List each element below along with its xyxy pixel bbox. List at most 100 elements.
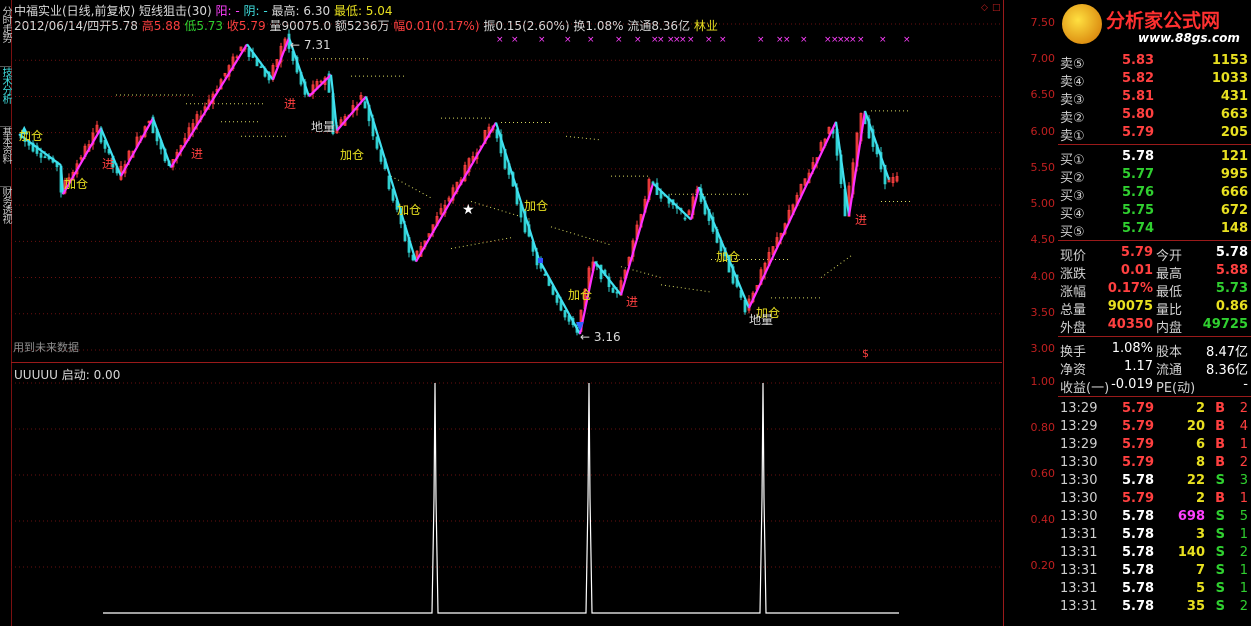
tick-count: 1 [1239,563,1248,578]
tick-time: 13:31 [1060,581,1098,596]
stat-value: 5.73 [1215,281,1248,296]
price-axis-tick: 6.50 [1030,88,1056,102]
buy-volume: 995 [1220,167,1248,182]
signal-x-marker: × [757,35,765,45]
tick-volume: 6 [1195,437,1205,452]
star-icon: ★ [462,202,475,218]
tick-side: S [1215,581,1225,596]
price-axis-tick: 3.50 [1030,305,1056,319]
price-axis-tick: 7.00 [1030,52,1056,66]
price-axis-tick: 5.00 [1030,197,1056,211]
price-axis-tick: 4.50 [1030,233,1056,247]
future-data-note: 用到未来数据 [13,341,79,354]
tick-row: 13:29 5.79 6 B 1 [1058,436,1251,454]
tick-side: S [1215,599,1225,614]
stat-value: 49725 [1202,317,1248,332]
candle-body [683,217,687,220]
trace-dotted-line [390,175,432,199]
price-chart[interactable]: × × × × × × × ×× ××× × × × × × × × × ×××× × × ×★▲ [11,0,1003,362]
annotation-jiacang: 加仓 [716,250,741,264]
annotation-jin: 进 [626,295,639,309]
sell-price: 5.81 [1122,89,1155,104]
zigzag-down-segment [364,96,418,262]
signal-x-marker: × [800,35,808,45]
tick-row: 13:30 5.79 2 B 1 [1058,490,1251,508]
tick-price: 5.78 [1122,509,1155,524]
signal-x-marker: × [679,35,687,45]
buy-row: 买① 5.78 121 [1058,148,1251,168]
tab-technical[interactable]: 技术分析 [0,66,11,123]
tick-price: 5.79 [1122,419,1155,434]
tick-count: 1 [1239,581,1248,596]
buy-volume: 666 [1220,185,1248,200]
tick-count: 2 [1239,599,1248,614]
sell-level-label: 卖① [1060,129,1085,144]
stat-value: 1.08% [1111,341,1153,356]
zigzag-up-segment [619,183,655,296]
stat-row: 现价 5.79 今开 5.78 [1058,244,1251,264]
tick-volume: 22 [1186,473,1205,488]
stat-row: 总量 90075 量比 0.86 [1058,298,1251,318]
zigzag-down-segment [594,260,622,296]
tab-intraday[interactable]: 分时走势 [0,6,11,62]
signal-x-marker: × [564,35,572,45]
sell-price: 5.79 [1122,125,1155,140]
annotation-jin: 进 [284,97,297,111]
max-price-label: ← 7.31 [290,38,331,52]
tick-count: 1 [1239,527,1248,542]
signal-x-marker: × [496,35,504,45]
tick-volume: 35 [1186,599,1205,614]
stat-value: 1.17 [1124,359,1153,374]
quote-panel: 卖⑤ 5.83 1153 卖④ 5.82 1033 卖③ 5.81 431 卖② 5.80 663 卖①… [1058,0,1251,626]
candle-body [555,294,559,303]
indicator-chart[interactable] [11,363,1003,626]
stat-value: - [1243,377,1248,392]
candle-body [43,156,47,159]
signal-x-marker: × [634,35,642,45]
trace-dotted-line [565,135,602,141]
trace-dotted-line [660,284,712,293]
price-axis-tick: 5.50 [1030,160,1056,174]
tick-time: 13:30 [1060,473,1098,488]
min-price-label: ← 3.16 [580,330,621,344]
tick-time: 13:29 [1060,401,1098,416]
annotation-jin: 进 [102,157,115,171]
price-axis: 7.50 7.00 6.50 6.00 5.50 5.00 4.50 4.00 3.50 3.00… [1003,0,1059,626]
tick-price: 5.79 [1122,491,1155,506]
tick-row: 13:29 5.79 2 B 2 [1058,400,1251,418]
trace-dotted-line [820,255,852,278]
stat-label: PE(动) [1156,381,1196,396]
candle-body [39,152,43,158]
buy-price: 5.77 [1122,167,1155,182]
tick-price: 5.78 [1122,527,1155,542]
stat-value: 5.88 [1215,263,1248,278]
annotation-jiacang: 加仓 [340,148,365,162]
zigzag-up-segment [748,121,837,309]
zigzag-up-segment [120,117,154,177]
zigzag-up-segment [415,121,497,263]
sell-volume: 663 [1220,107,1248,122]
sell-volume: 1033 [1211,71,1248,86]
tab-fundamentals[interactable]: 基本资料 [0,126,11,183]
sell-row: 卖④ 5.82 1033 [1058,70,1251,90]
buy-price: 5.76 [1122,185,1155,200]
annotation-jiacang: 加仓 [397,203,422,217]
tick-row: 13:30 5.78 698 S 5 [1058,508,1251,526]
start-value: 启动: 0.00 [61,368,121,382]
stat-row: 净资 1.17 流通 8.36亿 [1058,358,1251,378]
signal-x-marker: × [719,35,727,45]
tab-financials[interactable]: 财务透视 [0,186,11,243]
candle-body [543,273,547,276]
tick-price: 5.78 [1122,545,1155,560]
tick-side: S [1215,563,1225,578]
signal-x-marker: × [849,35,857,45]
stat-value: 5.79 [1120,245,1153,260]
price-axis-tick: 6.00 [1030,124,1056,138]
tick-row: 13:31 5.78 7 S 1 [1058,562,1251,580]
signal-x-marker: × [857,35,865,45]
buy-row: 买⑤ 5.74 148 [1058,220,1251,240]
tick-price: 5.79 [1122,401,1155,416]
tick-side: B [1215,455,1225,470]
candle-body [563,310,567,318]
stat-label: 外盘 [1060,321,1087,336]
